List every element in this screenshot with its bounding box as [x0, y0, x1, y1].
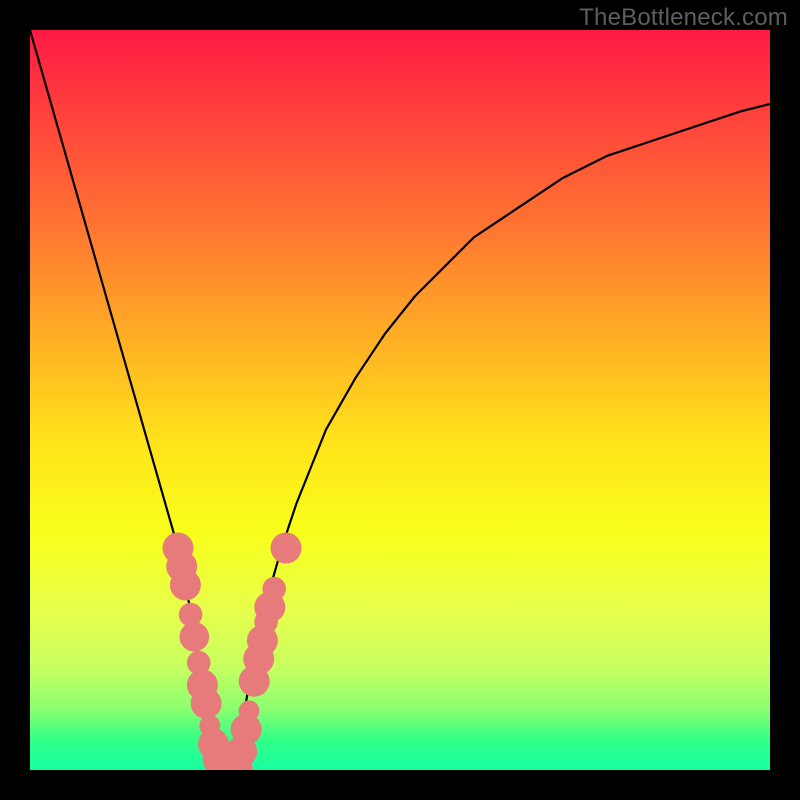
chart-frame: TheBottleneck.com	[0, 0, 800, 800]
right-cluster-point	[262, 577, 286, 601]
watermark-label: TheBottleneck.com	[579, 4, 788, 32]
right-cluster-point	[271, 533, 302, 564]
curve-layer	[30, 30, 770, 770]
left-cluster-point	[191, 688, 222, 719]
bottleneck-curve	[30, 30, 770, 770]
plot-area	[30, 30, 770, 770]
data-markers	[163, 533, 302, 771]
right-cluster-point	[239, 700, 260, 721]
left-cluster-point	[170, 570, 201, 601]
left-cluster-point	[180, 622, 210, 652]
